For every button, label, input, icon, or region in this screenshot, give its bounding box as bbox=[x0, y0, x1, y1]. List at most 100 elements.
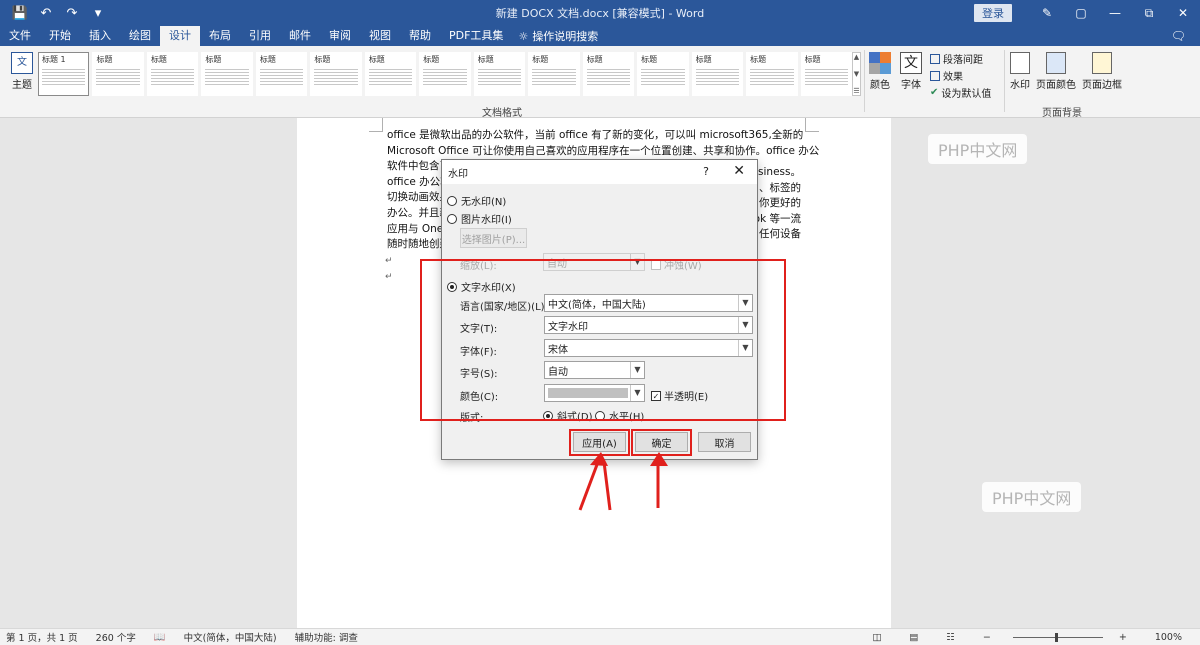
zoom-level[interactable]: 100% bbox=[1155, 632, 1182, 643]
tab-design[interactable]: 设计 bbox=[160, 26, 200, 46]
tab-view[interactable]: 视图 bbox=[360, 26, 400, 46]
proofing-icon[interactable]: 📖 bbox=[154, 632, 166, 643]
zoom-in-icon[interactable]: + bbox=[1119, 632, 1127, 643]
style-set-thumbnail[interactable]: 标题 bbox=[746, 52, 798, 96]
semitransparent-option[interactable]: ✓ 半透明(E) bbox=[651, 388, 708, 403]
tab-pdf-tools[interactable]: PDF工具集 bbox=[440, 26, 512, 46]
gallery-scroll[interactable]: ▲ ▼ ☰ bbox=[852, 52, 861, 96]
style-set-thumbnail[interactable]: 标题 bbox=[473, 52, 526, 96]
tab-help[interactable]: 帮助 bbox=[400, 26, 440, 46]
diagonal-radio[interactable] bbox=[543, 410, 553, 421]
web-layout-icon[interactable]: ☷ bbox=[946, 632, 955, 643]
font-value: 宋体 bbox=[548, 344, 568, 356]
tab-insert[interactable]: 插入 bbox=[80, 26, 120, 46]
page-count[interactable]: 第 1 页，共 1 页 bbox=[6, 630, 78, 644]
quick-access-toolbar: 💾 ↶ ↷ ▾ bbox=[0, 3, 108, 23]
comment-icon[interactable]: 🗨 bbox=[1171, 29, 1186, 43]
cancel-button[interactable]: 取消 bbox=[698, 432, 751, 452]
picture-watermark-option[interactable]: 图片水印(I) bbox=[447, 211, 512, 226]
style-set-thumbnail[interactable]: 标题 bbox=[364, 52, 417, 96]
horizontal-option[interactable]: 水平(H) bbox=[595, 408, 644, 423]
picture-watermark-radio[interactable] bbox=[447, 213, 457, 224]
style-set-thumbnail[interactable]: 标题 bbox=[637, 52, 689, 96]
redo-icon[interactable]: ↷ bbox=[62, 3, 82, 23]
effects-button[interactable]: 效果 bbox=[930, 68, 991, 83]
font-select[interactable]: 宋体 ▼ bbox=[544, 339, 753, 357]
style-set-thumbnail[interactable]: 标题 bbox=[582, 52, 635, 96]
pen-icon[interactable]: ✎ bbox=[1030, 6, 1064, 20]
text-watermark-radio[interactable] bbox=[447, 281, 457, 292]
accessibility-status[interactable]: 辅助功能: 调查 bbox=[295, 630, 358, 644]
style-set-title: 标题 bbox=[532, 55, 549, 64]
text-select[interactable]: 文字水印 ▼ bbox=[544, 316, 753, 334]
tab-mailings[interactable]: 邮件 bbox=[280, 26, 320, 46]
style-set-thumbnail[interactable]: 标题 bbox=[255, 52, 308, 96]
select-picture-button[interactable]: 选择图片(P)... bbox=[460, 228, 527, 248]
colors-button[interactable]: 颜色 bbox=[868, 52, 892, 91]
set-default-button[interactable]: ✔ 设为默认值 bbox=[930, 85, 991, 100]
help-icon[interactable]: ? bbox=[703, 165, 709, 178]
word-count[interactable]: 260 个字 bbox=[96, 630, 136, 644]
text-watermark-option[interactable]: 文字水印(X) bbox=[447, 279, 516, 294]
lightbulb-icon: ☼ bbox=[518, 29, 529, 43]
page-color-button[interactable]: 页面颜色 bbox=[1036, 52, 1076, 91]
tab-references[interactable]: 引用 bbox=[240, 26, 280, 46]
no-watermark-radio[interactable] bbox=[447, 195, 457, 206]
washout-checkbox[interactable] bbox=[651, 259, 661, 270]
minimize-icon[interactable]: — bbox=[1098, 6, 1132, 20]
zoom-out-icon[interactable]: − bbox=[983, 632, 991, 643]
size-select[interactable]: 自动 ▼ bbox=[544, 361, 645, 379]
margin-corner bbox=[369, 118, 383, 132]
tab-review[interactable]: 审阅 bbox=[320, 26, 360, 46]
style-set-thumbnail[interactable]: 标题 1 bbox=[38, 52, 90, 96]
restore-icon[interactable]: ⧉ bbox=[1132, 6, 1166, 21]
scale-select[interactable]: 自动 ▼ bbox=[543, 253, 645, 271]
style-set-thumbnail[interactable]: 标题 bbox=[146, 52, 199, 96]
theme-button[interactable]: 文 主题 bbox=[8, 52, 36, 91]
print-layout-icon[interactable]: ▤ bbox=[909, 632, 918, 643]
close-icon[interactable]: ✕ bbox=[1166, 6, 1200, 20]
style-set-title: 标题 bbox=[804, 55, 821, 64]
tab-file[interactable]: 文件 bbox=[0, 26, 40, 46]
ribbon-display-icon[interactable]: ▢ bbox=[1064, 6, 1098, 20]
style-set-preview-lines bbox=[205, 67, 249, 87]
tab-home[interactable]: 开始 bbox=[40, 26, 80, 46]
read-mode-icon[interactable]: ◫ bbox=[872, 632, 881, 643]
tab-draw[interactable]: 绘图 bbox=[120, 26, 160, 46]
tell-me-search[interactable]: ☼ 操作说明搜索 bbox=[518, 28, 598, 44]
color-select[interactable]: ▼ bbox=[544, 384, 645, 402]
undo-icon[interactable]: ↶ bbox=[36, 3, 56, 23]
style-set-thumbnail[interactable]: 标题 bbox=[201, 52, 253, 96]
style-set-thumbnail[interactable]: 标题 bbox=[92, 52, 144, 96]
language-select[interactable]: 中文(简体，中国大陆) ▼ bbox=[544, 294, 753, 312]
style-set-title: 标题 bbox=[695, 55, 712, 64]
tab-layout[interactable]: 布局 bbox=[200, 26, 240, 46]
style-set-thumbnail[interactable]: 标题 bbox=[419, 52, 471, 96]
style-set-thumbnail[interactable]: 标题 bbox=[310, 52, 362, 96]
close-icon[interactable]: ✕ bbox=[733, 163, 745, 179]
customize-qat-icon[interactable]: ▾ bbox=[88, 3, 108, 23]
style-set-preview-lines bbox=[532, 67, 576, 87]
no-watermark-option[interactable]: 无水印(N) bbox=[447, 193, 506, 208]
language-status[interactable]: 中文(简体，中国大陆) bbox=[184, 630, 277, 644]
style-set-title: 标题 bbox=[423, 55, 440, 64]
semitransparent-checkbox[interactable]: ✓ bbox=[651, 390, 661, 401]
login-button[interactable]: 登录 bbox=[974, 4, 1012, 22]
watermark-button[interactable]: 水印 bbox=[1010, 52, 1030, 91]
style-set-title: 标题 bbox=[96, 55, 113, 64]
watermark-dialog: 水印 ? ✕ 无水印(N) 图片水印(I) 选择图片(P)... 缩放(L): … bbox=[441, 159, 758, 460]
save-icon[interactable]: 💾 bbox=[10, 3, 30, 23]
horizontal-radio[interactable] bbox=[595, 410, 605, 421]
style-set-thumbnail[interactable]: 标题 bbox=[800, 52, 853, 96]
style-set-thumbnail[interactable]: 标题 bbox=[528, 52, 580, 96]
diagonal-option[interactable]: 斜式(D) bbox=[543, 408, 593, 423]
font-label: 字体(F): bbox=[460, 347, 497, 358]
style-set-thumbnail[interactable]: 标题 bbox=[691, 52, 744, 96]
zoom-slider[interactable] bbox=[1012, 633, 1103, 642]
cursor-mark: ↵ bbox=[385, 272, 393, 282]
paragraph-spacing-button[interactable]: 段落间距 bbox=[930, 51, 991, 66]
fonts-button[interactable]: 文 字体 bbox=[899, 52, 923, 91]
zoom-thumb[interactable] bbox=[1054, 633, 1058, 642]
washout-option[interactable]: 冲蚀(W) bbox=[651, 257, 702, 272]
page-border-button[interactable]: 页面边框 bbox=[1082, 52, 1122, 91]
